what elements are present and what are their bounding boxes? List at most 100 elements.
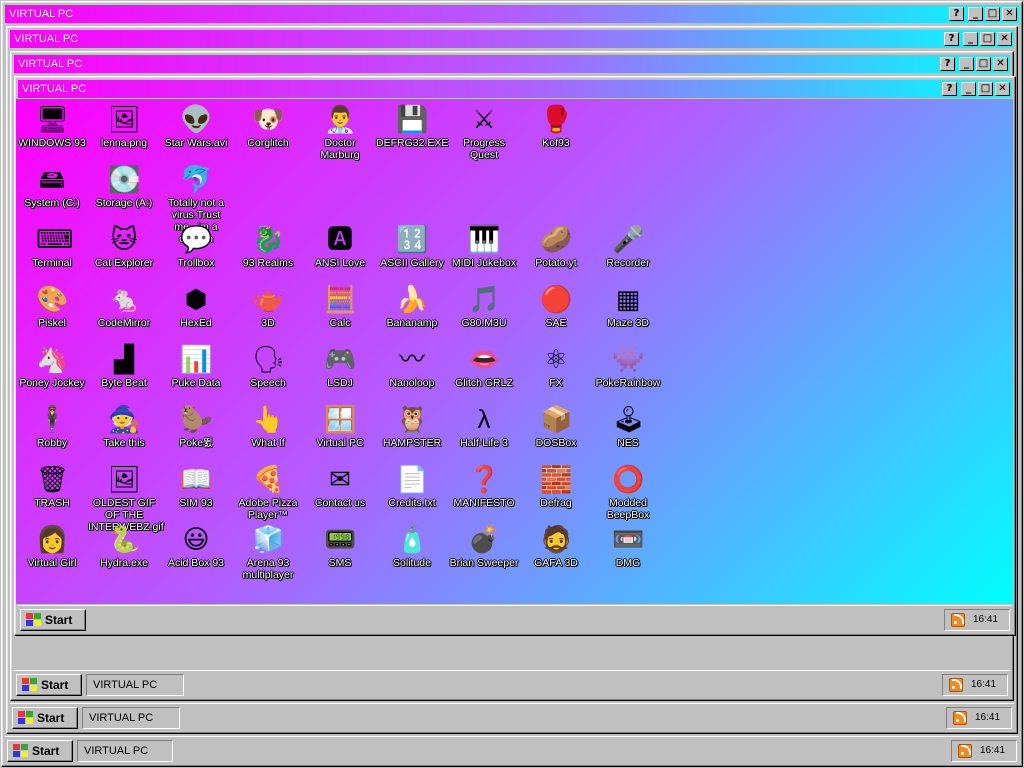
maximize-button[interactable]: □ (985, 7, 1000, 21)
desktop-icon-label: HexEd (180, 317, 212, 329)
desktop-icon[interactable]: 🕴 Robby (16, 403, 88, 449)
desktop-icon[interactable]: 🕹 NES (592, 403, 664, 449)
desktop-icon[interactable]: 🧔 GAFA 3D (520, 523, 592, 569)
desktop-icon[interactable]: 🔴 SAE (520, 283, 592, 329)
window-1-titlebar[interactable]: VIRTUAL PC ? _ □ ✕ (5, 5, 1019, 23)
rss-icon[interactable] (953, 711, 967, 725)
desktop-icon[interactable]: 🪟 Virtual PC (304, 403, 376, 449)
rss-icon[interactable] (958, 744, 972, 758)
desktop-icon[interactable]: 🧱 Defrag (520, 463, 592, 509)
desktop-icon[interactable]: 🫖 3D (232, 283, 304, 329)
desktop-icon[interactable]: 🍕 Adobe Pizza Player™ (232, 463, 304, 521)
desktop-icon[interactable]: 🧊 Arena 93 multiplayer (232, 523, 304, 581)
desktop-icon[interactable]: λ Half-Life 3 (448, 403, 520, 449)
desktop-icon[interactable]: 🗑 TRASH (16, 463, 88, 509)
desktop-icon[interactable]: 🦫 Poke뛼 (160, 403, 232, 449)
desktop-icon[interactable]: 📼 DMG (592, 523, 664, 569)
desktop-icon[interactable]: ✉ Contact us (304, 463, 376, 509)
desktop-icon[interactable]: 💣 Brian Sweeper (448, 523, 520, 569)
desktop-icon[interactable]: 🍌 Bananamp (376, 283, 448, 329)
desktop-icon[interactable]: 👆 What If (232, 403, 304, 449)
desktop-icon[interactable]: 〰 Nanoloop (376, 343, 448, 389)
maximize-button[interactable]: □ (978, 82, 993, 96)
desktop-icon[interactable]: 🥔 Potato.yt (520, 223, 592, 269)
desktop-icon-label: Take this (103, 437, 145, 449)
desktop-icon[interactable]: 🅰 ANSI Love (304, 223, 376, 269)
desktop[interactable]: 🖥 WINDOWS 93 🖼 lenna.png 👽 Star Wars.avi 🐶 Corg… (16, 99, 1013, 604)
desktop-icon-label: Adobe Pizza Player™ (238, 497, 298, 521)
desktop-icon[interactable]: 🐁 CodeMirror (88, 283, 160, 329)
rss-icon[interactable] (951, 613, 965, 627)
desktop-icon[interactable]: 👾 PokeRainbow (592, 343, 664, 389)
minimize-button[interactable]: _ (968, 7, 983, 21)
desktop-icon[interactable]: 🎹 MIDI Jukebox (448, 223, 520, 269)
close-button[interactable]: ✕ (997, 32, 1012, 46)
desktop-icon[interactable]: 🖴 System (C:) (16, 163, 88, 209)
desktop-icon[interactable]: 🦄 Poney Jockey (16, 343, 88, 389)
desktop-icon[interactable]: 💽 Storage (A:) (88, 163, 160, 209)
desktop-icon-label: Defrag (540, 497, 572, 509)
desktop-icon[interactable]: ⭕ Modded BeepBox (592, 463, 664, 521)
taskbar-item-virtual-pc[interactable]: VIRTUAL PC (86, 674, 184, 696)
desktop-icon[interactable]: ▦ Maze 3D (592, 283, 664, 329)
desktop-icon[interactable]: 🎨 Piskel (16, 283, 88, 329)
minimize-button[interactable]: _ (961, 82, 976, 96)
desktop-icon[interactable]: 🐶 Corglitch (232, 103, 304, 149)
desktop-icon[interactable]: 👨‍⚕️ Doctor Marburg (304, 103, 376, 161)
desktop-icon[interactable]: 📟 SMS (304, 523, 376, 569)
maximize-button[interactable]: □ (980, 32, 995, 46)
help-button[interactable]: ? (944, 32, 959, 46)
desktop-icon[interactable]: ⬢ HexEd (160, 283, 232, 329)
desktop-icon[interactable]: 🎵 G80.M3U (448, 283, 520, 329)
taskbar-item-virtual-pc[interactable]: VIRTUAL PC (77, 740, 173, 762)
desktop-icon[interactable]: 🎮 LSDJ (304, 343, 376, 389)
desktop-icon[interactable]: 📖 SIM 93 (160, 463, 232, 509)
desktop-icon[interactable]: 👩 Virtual Girl (16, 523, 88, 569)
desktop-icon[interactable]: 😃 Acid Box 93 (160, 523, 232, 569)
desktop-icon[interactable]: 🐱 Cat Explorer (88, 223, 160, 269)
minimize-button[interactable]: _ (963, 32, 978, 46)
maximize-button[interactable]: □ (976, 57, 991, 71)
desktop-icon[interactable]: 🥊 Kof93 (520, 103, 592, 149)
start-button[interactable]: Start (16, 674, 82, 696)
desktop-icon[interactable]: ⚔ Progress Quest (448, 103, 520, 161)
desktop-icon[interactable]: 📊 Puke Data (160, 343, 232, 389)
help-button[interactable]: ? (940, 57, 955, 71)
desktop-icon[interactable]: 🧴 Solitude (376, 523, 448, 569)
start-button[interactable]: Start (7, 740, 73, 762)
desktop-icon[interactable]: 🐍 Hydra.exe (88, 523, 160, 569)
close-button[interactable]: ✕ (1002, 7, 1017, 21)
desktop-icon[interactable]: ❓ MANIFESTO (448, 463, 520, 509)
minimize-button[interactable]: _ (959, 57, 974, 71)
desktop-icon[interactable]: ▟ Byte Beat (88, 343, 160, 389)
corglitch-icon: 🐶 (252, 104, 285, 134)
close-button[interactable]: ✕ (993, 57, 1008, 71)
start-button[interactable]: Start (20, 609, 86, 631)
desktop-icon[interactable]: 🧙 Take this (88, 403, 160, 449)
desktop-icon[interactable]: ⚛ FX (520, 343, 592, 389)
rss-icon[interactable] (949, 678, 963, 692)
help-button[interactable]: ? (942, 82, 957, 96)
desktop-icon[interactable]: 🗣 Speech (232, 343, 304, 389)
desktop-icon[interactable]: 🐉 93 Realms (232, 223, 304, 269)
desktop-icon[interactable]: 🖥 WINDOWS 93 (16, 103, 88, 149)
desktop-icon[interactable]: 💾 DEFRG32.EXE (376, 103, 448, 149)
help-button[interactable]: ? (949, 7, 964, 21)
desktop-icon[interactable]: 📦 DOSBox (520, 403, 592, 449)
taskbar-item-virtual-pc[interactable]: VIRTUAL PC (82, 707, 180, 729)
desktop-icon[interactable]: 👄 Glitch GRLZ (448, 343, 520, 389)
desktop-icon[interactable]: ⌨ Terminal (16, 223, 88, 269)
desktop-icon[interactable]: 📄 Credits.txt (376, 463, 448, 509)
desktop-icon[interactable]: 👽 Star Wars.avi (160, 103, 232, 149)
desktop-icon[interactable]: 🔢 ASCII Gallery (376, 223, 448, 269)
desktop-icon[interactable]: 💬 Trollbox (160, 223, 232, 269)
window-3-titlebar[interactable]: VIRTUAL PC ? _ □ ✕ (14, 55, 1010, 73)
desktop-icon[interactable]: 🧮 Calc (304, 283, 376, 329)
desktop-icon[interactable]: 🎤 Recorder (592, 223, 664, 269)
window-2-titlebar[interactable]: VIRTUAL PC ? _ □ ✕ (10, 30, 1014, 48)
desktop-icon[interactable]: 🦉 HAMPSTER (376, 403, 448, 449)
start-button[interactable]: Start (12, 707, 78, 729)
window-4-titlebar[interactable]: VIRTUAL PC ? _ □ ✕ (18, 80, 1012, 98)
desktop-icon[interactable]: 🖼 lenna.png (88, 103, 160, 149)
close-button[interactable]: ✕ (995, 82, 1010, 96)
